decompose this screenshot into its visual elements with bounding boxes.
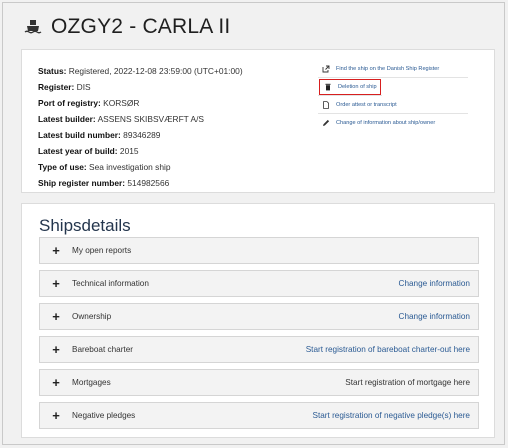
info-row-register-number: Ship register number: 514982566 bbox=[38, 178, 170, 188]
expand-plus-icon[interactable]: + bbox=[44, 243, 68, 258]
section-technical-information[interactable]: + Technical information Change informati… bbox=[39, 270, 479, 297]
ship-icon bbox=[23, 17, 43, 37]
section-mortgages[interactable]: + Mortgages Start registration of mortga… bbox=[39, 369, 479, 396]
page-title: OZGY2 - CARLA II bbox=[51, 15, 231, 38]
expand-plus-icon[interactable]: + bbox=[44, 276, 68, 291]
expand-plus-icon[interactable]: + bbox=[44, 309, 68, 324]
expand-plus-icon[interactable]: + bbox=[44, 375, 68, 390]
page-header: OZGY2 - CARLA II bbox=[23, 13, 230, 41]
info-row-type-of-use: Type of use: Sea investigation ship bbox=[38, 162, 171, 172]
find-ship-link[interactable]: Find the ship on the Danish Ship Registe… bbox=[318, 60, 468, 78]
expand-plus-icon[interactable]: + bbox=[44, 408, 68, 423]
page-frame: OZGY2 - CARLA II Status: Registered, 202… bbox=[2, 2, 505, 445]
section-negative-pledges[interactable]: + Negative pledges Start registration of… bbox=[39, 402, 479, 429]
expand-plus-icon[interactable]: + bbox=[44, 342, 68, 357]
ship-actions: Find the ship on the Danish Ship Registe… bbox=[318, 60, 468, 132]
change-ownership-link[interactable]: Change information bbox=[399, 312, 470, 321]
section-my-open-reports[interactable]: + My open reports bbox=[39, 237, 479, 264]
section-ownership[interactable]: + Ownership Change information bbox=[39, 303, 479, 330]
deletion-of-ship-link[interactable]: Deletion of ship bbox=[318, 78, 382, 96]
start-mortgage-link[interactable]: Start registration of mortgage here bbox=[345, 378, 470, 387]
start-bareboat-charter-link[interactable]: Start registration of bareboat charter-o… bbox=[306, 345, 470, 354]
ship-info-card: Status: Registered, 2022-12-08 23:59:00 … bbox=[21, 49, 495, 193]
change-technical-information-link[interactable]: Change information bbox=[399, 279, 470, 288]
info-row-build-year: Latest year of build: 2015 bbox=[38, 146, 139, 156]
document-icon bbox=[322, 100, 330, 109]
order-attest-link[interactable]: Order attest or transcript bbox=[318, 96, 468, 114]
ship-details-card: Shipsdetails + My open reports + Technic… bbox=[21, 203, 495, 438]
info-row-status: Status: Registered, 2022-12-08 23:59:00 … bbox=[38, 66, 243, 76]
pencil-icon bbox=[322, 119, 330, 127]
external-link-icon bbox=[322, 65, 330, 73]
info-row-port: Port of registry: KORSØR bbox=[38, 98, 140, 108]
ship-info-list: Status: Registered, 2022-12-08 23:59:00 … bbox=[38, 63, 243, 191]
change-info-link[interactable]: Change of information about ship/owner bbox=[318, 114, 468, 132]
info-row-register: Register: DIS bbox=[38, 82, 91, 92]
section-bareboat-charter[interactable]: + Bareboat charter Start registration of… bbox=[39, 336, 479, 363]
info-row-builder: Latest builder: ASSENS SKIBSVÆRFT A/S bbox=[38, 114, 205, 124]
info-row-build-number: Latest build number: 89346289 bbox=[38, 130, 161, 140]
trash-icon bbox=[324, 83, 332, 91]
start-negative-pledge-link[interactable]: Start registration of negative pledge(s)… bbox=[313, 411, 470, 420]
details-title: Shipsdetails bbox=[39, 216, 131, 235]
